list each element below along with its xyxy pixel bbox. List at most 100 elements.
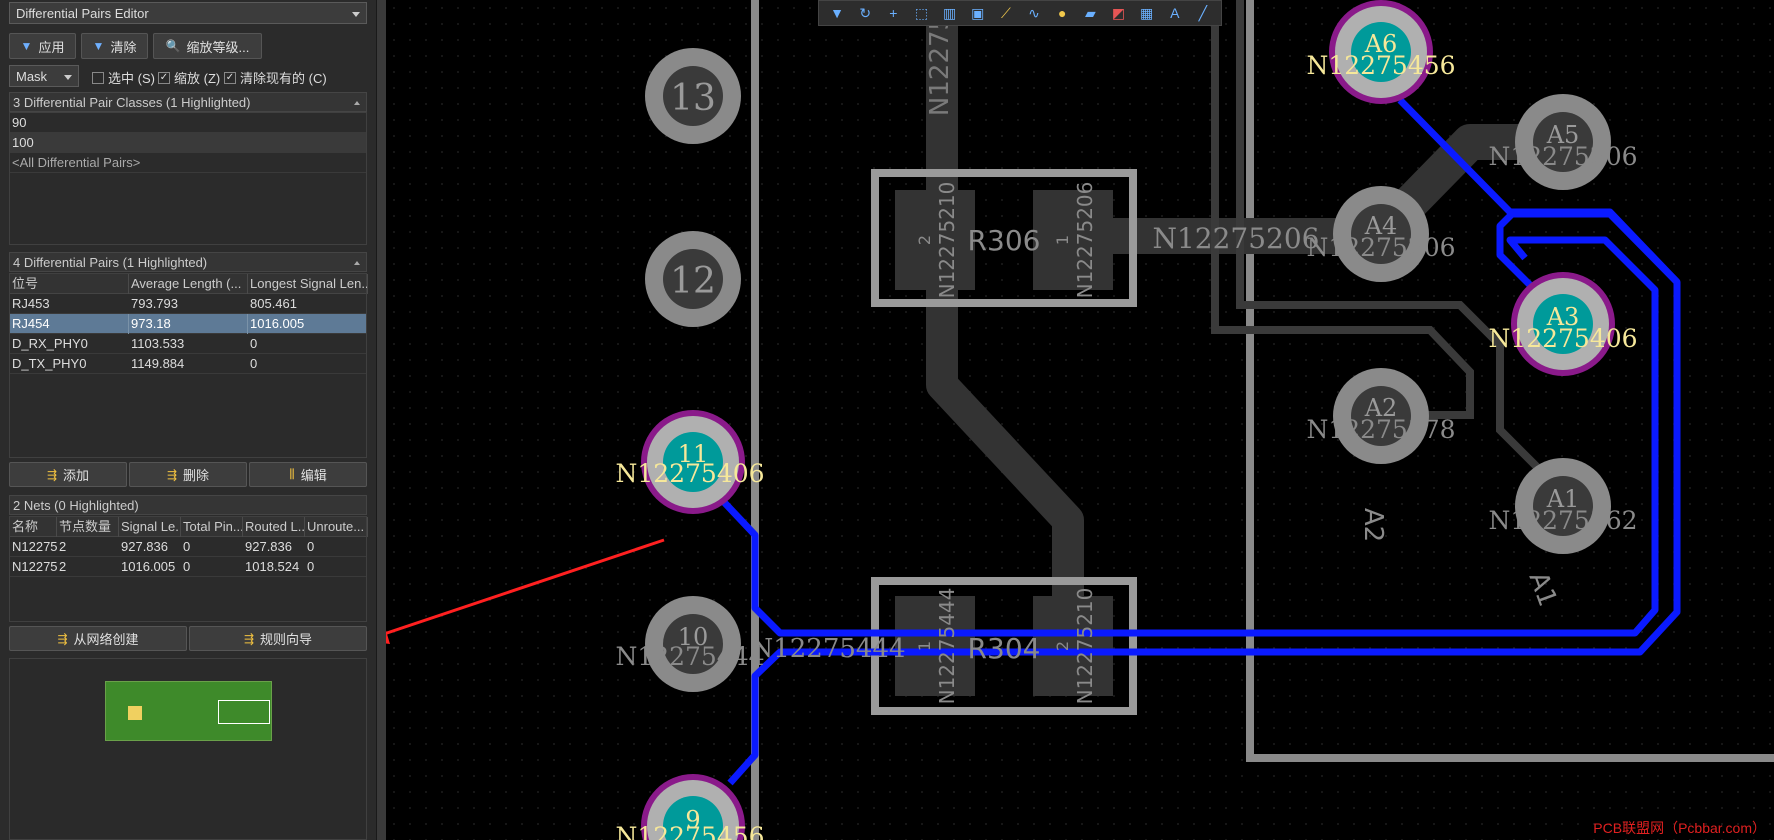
pcb-canvas[interactable]: R306 N12275210 2 N12275206 1 R304 N12275… [386, 0, 1774, 840]
zoom-level-button[interactable]: 🔍 缩放等级... [153, 33, 262, 59]
column-header[interactable]: Total Pin... [181, 517, 243, 537]
wizard-icon: ⇶ [243, 631, 255, 646]
annotation-arrow [386, 538, 665, 635]
column-header[interactable]: Signal Le... [119, 517, 181, 537]
pad-net: N12275406 [615, 459, 764, 488]
pad-net: N12275206 [1306, 233, 1455, 262]
r304-pin-2: 2 [1053, 641, 1072, 651]
column-header[interactable]: Average Length (... [129, 274, 248, 294]
clear-existing-checkbox[interactable]: ✓ 清除现有的 (C) [224, 68, 327, 87]
delete-pair-icon: ⇶ [166, 467, 178, 482]
r304-net-2: N12275210 [1073, 588, 1097, 705]
pad-10[interactable]: 10 N12275444 [615, 596, 765, 692]
delete-pair-button[interactable]: ⇶ 删除 [129, 462, 247, 487]
collapse-icon[interactable] [354, 101, 360, 105]
pad-net: N12275456 [1306, 51, 1455, 80]
apply-button[interactable]: ▼ 应用 [9, 33, 76, 59]
pad-a1[interactable]: A1 N12275362 [1488, 458, 1638, 554]
pad-number: 13 [670, 78, 716, 119]
select-checkbox[interactable]: 选中 (S) [92, 68, 155, 87]
pad-net: N12275456 [615, 822, 764, 840]
add-pair-icon: ⇶ [46, 467, 58, 482]
table-row[interactable]: D_TX_PHY0 1149.884 0 [10, 354, 366, 374]
silk-a2: A2 [1358, 508, 1388, 542]
pad-a2[interactable]: A2 N12275378 [1306, 368, 1456, 464]
select-rect-icon[interactable]: ⬚ [910, 2, 932, 24]
r306-net-2: N12275210 [935, 182, 959, 299]
zoom-checkbox[interactable]: ✓ 缩放 (Z) [158, 68, 220, 87]
pad-13[interactable]: 13 [645, 48, 741, 144]
clear-button[interactable]: ▼ 清除 [81, 33, 148, 59]
line-icon[interactable]: ╱ [1192, 2, 1214, 24]
board-icon[interactable]: ▦ [1136, 2, 1158, 24]
crosshair-icon[interactable]: + [882, 2, 904, 24]
checkbox-box[interactable]: ✓ [158, 71, 170, 84]
mask-select[interactable]: Mask [9, 65, 79, 87]
add-pair-button[interactable]: ⇶ 添加 [9, 462, 127, 487]
pad-a3[interactable]: A3 N12275406 [1488, 272, 1638, 376]
pcb-toolbar: ▼ ↻ + ⬚ ▥ ▣ ⟋ ∿ ● ▰ ◩ ▦ A ╱ [818, 0, 1222, 26]
rule-wizard-button[interactable]: ⇶ 规则向导 [189, 626, 367, 651]
pad-12[interactable]: 12 [645, 231, 741, 327]
align-icon[interactable]: ▥ [939, 2, 961, 24]
thumbnail-component [128, 706, 142, 720]
list-item[interactable]: 90 [10, 113, 366, 133]
pcb-drawing: R306 N12275210 2 N12275206 1 R304 N12275… [386, 0, 1774, 840]
table-header: 位号 Average Length (... Longest Signal Le… [10, 274, 368, 294]
fill-icon[interactable]: ▰ [1079, 2, 1101, 24]
panel-splitter[interactable] [376, 0, 386, 840]
silk-net-mid: N12275444 [750, 634, 905, 664]
table-row[interactable]: D_RX_PHY0 1103.533 0 [10, 334, 366, 354]
table-row[interactable]: N12275 2 927.836 0 927.836 0 [10, 537, 366, 557]
filter-icon[interactable]: ▼ [826, 2, 848, 24]
edit-pair-button[interactable]: ⫼ 编辑 [249, 462, 367, 487]
pad-9[interactable]: 9 N12275456 [615, 774, 765, 840]
diff-route-icon[interactable]: ∿ [1023, 2, 1045, 24]
pin-icon[interactable]: ● [1051, 2, 1073, 24]
board-thumbnail[interactable] [105, 681, 272, 741]
column-header[interactable]: 节点数量 [57, 517, 119, 537]
table-row-selected[interactable]: RJ454 973.18 1016.005 [10, 314, 366, 334]
pad-a6[interactable]: A6 N12275456 [1306, 0, 1456, 104]
r304-ref: R304 [968, 632, 1041, 665]
panel-title: Differential Pairs Editor [16, 6, 149, 21]
r304-pin-1: 1 [915, 641, 934, 651]
list-item[interactable]: <All Differential Pairs> [10, 153, 366, 173]
checkbox-box[interactable] [92, 71, 104, 84]
region-icon[interactable]: ◩ [1107, 2, 1129, 24]
route-icon[interactable]: ↻ [854, 2, 876, 24]
interactive-route-icon[interactable]: ⟋ [995, 2, 1017, 24]
clear-filter-icon: ▼ [92, 39, 105, 53]
pad-11[interactable]: 11 N12275406 [615, 410, 765, 514]
net-icon: ⇶ [57, 631, 68, 646]
text-icon[interactable]: A [1164, 2, 1186, 24]
collapse-icon[interactable] [354, 261, 360, 265]
r306-ref: R306 [968, 224, 1041, 257]
list-item[interactable]: 100 [10, 133, 366, 153]
column-header[interactable]: Longest Signal Len... [248, 274, 368, 294]
pad-net: N12275444 [615, 642, 764, 671]
checkbox-box[interactable]: ✓ [224, 71, 236, 84]
classes-header: 3 Differential Pair Classes (1 Highlight… [9, 92, 367, 112]
pad-net: N12275378 [1306, 415, 1455, 444]
magnifier-icon: 🔍 [165, 39, 181, 53]
table-row[interactable]: RJ453 793.793 805.461 [10, 294, 366, 314]
chevron-down-icon [64, 75, 72, 80]
table-row[interactable]: N12275 2 1016.005 0 1018.524 0 [10, 557, 366, 577]
column-header[interactable]: Unroute... [305, 517, 368, 537]
thumbnail-viewport [218, 700, 270, 724]
component-icon[interactable]: ▣ [967, 2, 989, 24]
classes-list: 90 100 <All Differential Pairs> [9, 112, 367, 245]
pad-a5[interactable]: A5 N12275206 [1488, 94, 1638, 190]
column-header[interactable]: 名称 [10, 517, 57, 537]
panel-title-dropdown[interactable]: Differential Pairs Editor [9, 2, 367, 24]
column-header[interactable]: 位号 [10, 274, 129, 294]
create-from-nets-button[interactable]: ⇶ 从网络创建 [9, 626, 187, 651]
table-header: 名称 节点数量 Signal Le... Total Pin... Routed… [10, 517, 368, 537]
column-header[interactable]: Routed L... [243, 517, 305, 537]
r306-pin-1: 1 [1053, 235, 1072, 245]
r306-pin-2: 2 [915, 235, 934, 245]
pad-number: 12 [670, 261, 716, 302]
silk-net-top: N12275 [925, 14, 955, 116]
pairs-table: 位号 Average Length (... Longest Signal Le… [9, 273, 368, 458]
